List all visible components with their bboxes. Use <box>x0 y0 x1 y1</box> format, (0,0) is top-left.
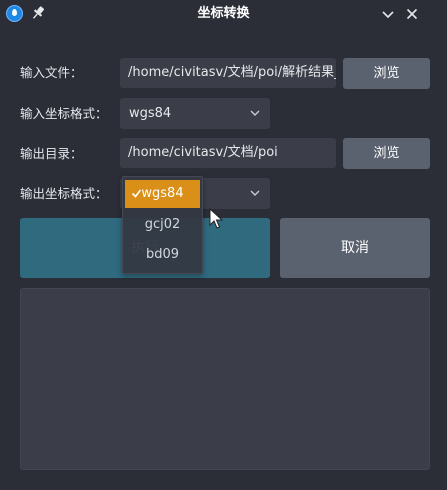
input-file-browse-button[interactable]: 浏览 <box>343 58 430 89</box>
dropdown-option-label: wgs84 <box>141 186 184 201</box>
chevron-down-icon <box>250 110 260 116</box>
input-file-label: 输入文件： <box>20 65 83 80</box>
dropdown-option-label: gcj02 <box>144 217 181 232</box>
mouse-pointer-icon <box>209 208 223 229</box>
coordinate-convert-window: 坐标转换 输入文件： /home/civitasv/文档/poi/解析结果_ 浏… <box>0 0 447 490</box>
chevron-down-icon <box>250 190 260 196</box>
dropdown-option-wgs84[interactable]: wgs84 <box>125 180 200 208</box>
title-bar: 坐标转换 <box>0 0 447 28</box>
input-format-value: wgs84 <box>129 106 172 121</box>
input-format-label: 输入坐标格式： <box>20 106 108 121</box>
output-dir-label: 输出目录： <box>20 146 83 161</box>
cancel-button[interactable]: 取消 <box>280 218 430 278</box>
output-dir-browse-button[interactable]: 浏览 <box>343 138 430 169</box>
output-dir-field[interactable]: /home/civitasv/文档/poi <box>120 138 336 168</box>
dropdown-option-bd09[interactable]: bd09 <box>125 241 200 269</box>
dropdown-option-label: bd09 <box>145 247 180 262</box>
output-format-dropdown: wgs84 gcj02 bd09 <box>122 176 203 274</box>
close-icon[interactable] <box>402 4 422 24</box>
minimize-chevron-icon[interactable] <box>378 4 398 24</box>
input-file-field[interactable]: /home/civitasv/文档/poi/解析结果_ <box>120 58 336 88</box>
check-icon <box>131 189 142 198</box>
input-format-select[interactable]: wgs84 <box>120 98 270 129</box>
log-output-area[interactable] <box>20 288 430 470</box>
output-format-label: 输出坐标格式： <box>20 186 108 201</box>
dropdown-option-gcj02[interactable]: gcj02 <box>125 211 200 239</box>
